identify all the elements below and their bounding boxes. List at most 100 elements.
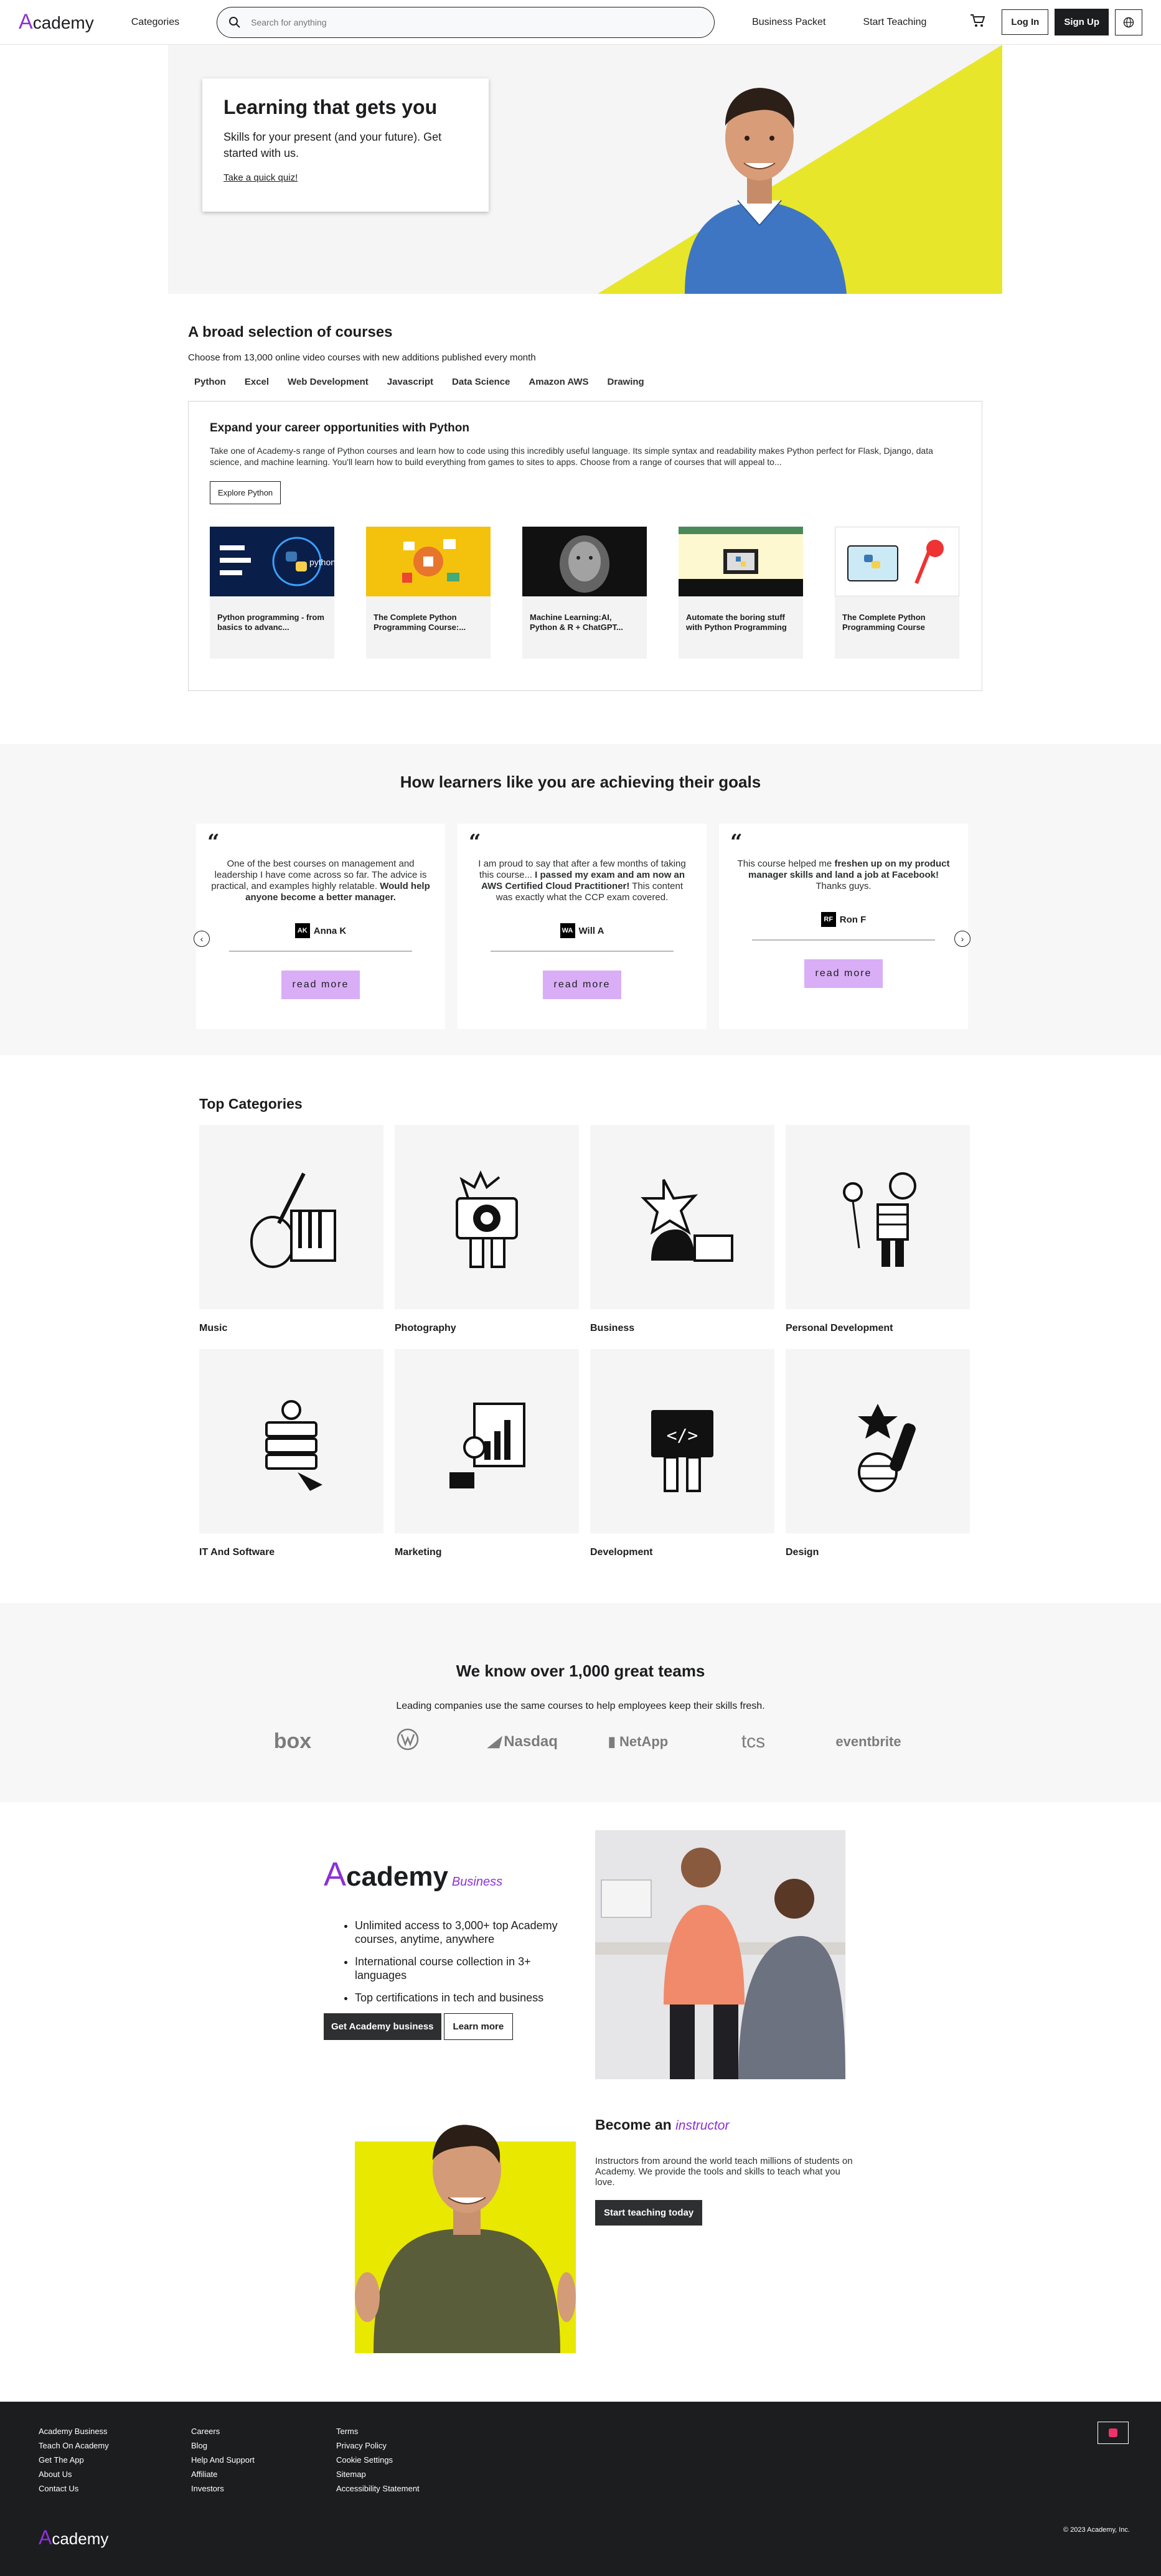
benefit-item: Unlimited access to 3,000+ top Academy c… — [355, 1919, 579, 1946]
footer-link[interactable]: Affiliate — [191, 2467, 255, 2481]
partner-logos: box VW ◢ Nasdaq ▮ NetApp tcs eventbrite — [0, 1728, 1161, 1755]
python-panel: Expand your career opportunities with Py… — [188, 401, 982, 691]
instructor-content: Become an instructor Instructors from ar… — [595, 2117, 857, 2226]
globe-icon[interactable] — [1115, 9, 1142, 35]
cart-icon[interactable] — [970, 14, 985, 31]
business-illustration — [590, 1125, 774, 1309]
teams-section: We know over 1,000 great teams Leading c… — [0, 1603, 1161, 1802]
get-business-button[interactable]: Get Academy business — [324, 2013, 441, 2040]
footer-link[interactable]: Blog — [191, 2438, 255, 2453]
divider — [752, 939, 935, 941]
footer-link[interactable]: Accessibility Statement — [336, 2481, 420, 2496]
development-illustration: </> — [590, 1349, 774, 1533]
category-card-it-and-software[interactable]: IT And Software — [199, 1349, 383, 1558]
course-card[interactable]: The Complete Python Programming Course:.… — [366, 527, 491, 659]
signup-button[interactable]: Sign Up — [1055, 9, 1109, 35]
course-card[interactable]: The Complete Python Programming Course — [835, 527, 959, 659]
start-teaching-link[interactable]: Start Teaching — [863, 17, 926, 28]
testimonial-author: AK Anna K — [211, 923, 430, 938]
broad-subtitle: Choose from 13,000 online video courses … — [188, 352, 536, 363]
course-thumbnail — [522, 527, 647, 596]
search-input[interactable] — [251, 17, 687, 27]
carousel-prev-icon[interactable]: ‹ — [194, 931, 210, 947]
business-link[interactable]: Business Packet — [752, 17, 825, 28]
benefit-item: International course collection in 3+ la… — [355, 1955, 579, 1982]
footer-link[interactable]: Academy Business — [39, 2424, 109, 2438]
logo-letter: A — [19, 10, 33, 34]
footer-link[interactable]: Privacy Policy — [336, 2438, 420, 2453]
tab-web-development[interactable]: Web Development — [288, 377, 369, 392]
explore-python-button[interactable]: Explore Python — [210, 481, 281, 504]
personal-development-illustration — [786, 1125, 970, 1309]
course-title: Automate the boring stuff with Python Pr… — [686, 613, 787, 632]
divider — [491, 951, 674, 952]
read-more-button[interactable]: read more — [542, 971, 622, 999]
netapp-logo: ▮ NetApp — [608, 1733, 669, 1749]
category-name: Marketing — [395, 1547, 442, 1558]
course-card[interactable]: Automate the boring stuff with Python Pr… — [679, 527, 803, 659]
carousel-next-icon[interactable]: › — [954, 931, 971, 947]
quote-icon: “ — [207, 830, 220, 855]
business-benefits: Unlimited access to 3,000+ top Academy c… — [324, 1919, 579, 2005]
category-card-business[interactable]: Business — [590, 1125, 774, 1334]
copyright: © 2023 Academy, Inc. — [1063, 2526, 1130, 2534]
category-name: Business — [590, 1323, 635, 1333]
language-flag-icon[interactable] — [1098, 2422, 1129, 2444]
course-card[interactable]: python Python programming - from basics … — [210, 527, 334, 659]
hero-banner: Learning that gets you Skills for your p… — [168, 45, 1002, 294]
panel-title: Expand your career opportunities with Py… — [210, 421, 469, 435]
category-card-photography[interactable]: Photography — [395, 1125, 579, 1334]
footer-link[interactable]: Cookie Settings — [336, 2453, 420, 2467]
read-more-button[interactable]: read more — [281, 971, 360, 999]
tab-python[interactable]: Python — [194, 377, 226, 392]
footer-link[interactable]: Careers — [191, 2424, 255, 2438]
tab-amazon-aws[interactable]: Amazon AWS — [529, 377, 588, 392]
category-card-development[interactable]: </> Development — [590, 1349, 774, 1558]
course-thumbnail: python — [210, 527, 334, 596]
tab-data-science[interactable]: Data Science — [452, 377, 510, 392]
login-button[interactable]: Log In — [1002, 9, 1049, 35]
category-card-personal-development[interactable]: Personal Development — [786, 1125, 970, 1334]
categories-menu[interactable]: Categories — [131, 17, 179, 28]
footer-logo[interactable]: Academy — [39, 2526, 108, 2549]
tab-javascript[interactable]: Javascript — [387, 377, 433, 392]
learn-more-button[interactable]: Learn more — [443, 2013, 514, 2040]
footer-link[interactable]: Help And Support — [191, 2453, 255, 2467]
hero-card: Learning that gets you Skills for your p… — [202, 78, 489, 212]
footer-link[interactable]: Sitemap — [336, 2467, 420, 2481]
course-card[interactable]: Machine Learning:AI, Python & R + ChatGP… — [522, 527, 647, 659]
hero-person-image — [685, 88, 847, 294]
logo-text: cademy — [32, 13, 94, 32]
categories-grid: Music Photography Business Personal Deve… — [199, 1125, 971, 1558]
testimonial-carousel: “ One of the best courses on management … — [196, 824, 968, 1029]
teams-subtitle: Leading companies use the same courses t… — [396, 1701, 765, 1711]
search-bar[interactable] — [217, 6, 715, 38]
category-card-design[interactable]: Design — [786, 1349, 970, 1558]
tcs-logo: tcs — [741, 1731, 766, 1752]
footer-link[interactable]: Contact Us — [39, 2481, 109, 2496]
tab-excel[interactable]: Excel — [245, 377, 269, 392]
course-title: Python programming - from basics to adva… — [217, 613, 324, 632]
nasdaq-logo: ◢ Nasdaq — [488, 1733, 558, 1750]
category-card-marketing[interactable]: Marketing — [395, 1349, 579, 1558]
instructor-section: Become an instructor Instructors from ar… — [0, 2110, 1161, 2372]
read-more-button[interactable]: read more — [804, 959, 883, 988]
footer-link[interactable]: About Us — [39, 2467, 109, 2481]
footer-link[interactable]: Get The App — [39, 2453, 109, 2467]
footer-link[interactable]: Terms — [336, 2424, 420, 2438]
photography-illustration — [395, 1125, 579, 1309]
tab-drawing[interactable]: Drawing — [608, 377, 644, 392]
course-thumbnail — [679, 527, 803, 596]
footer-link[interactable]: Teach On Academy — [39, 2438, 109, 2453]
course-title: Machine Learning:AI, Python & R + ChatGP… — [530, 613, 623, 632]
footer-link[interactable]: Investors — [191, 2481, 255, 2496]
it-software-illustration — [199, 1349, 383, 1533]
course-thumbnail — [835, 527, 959, 596]
category-card-music[interactable]: Music — [199, 1125, 383, 1334]
site-logo[interactable]: Academy — [19, 10, 94, 34]
site-footer: Academy Business Teach On Academy Get Th… — [0, 2402, 1161, 2576]
category-name: Photography — [395, 1323, 456, 1333]
topic-tabs: Python Excel Web Development Javascript … — [194, 377, 982, 392]
quiz-link[interactable]: Take a quick quiz! — [223, 172, 298, 183]
start-teaching-button[interactable]: Start teaching today — [595, 2200, 703, 2226]
